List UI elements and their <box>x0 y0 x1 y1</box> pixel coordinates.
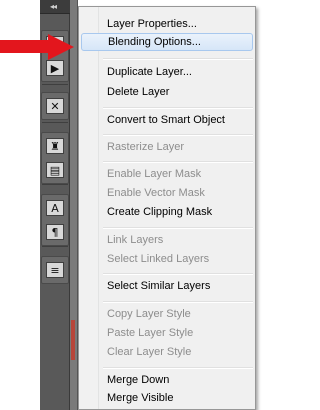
menu-item-select-linked-layers: Select Linked Layers <box>107 253 210 265</box>
layer-context-menu: Layer Properties... Blending Options... … <box>78 6 256 410</box>
tool-group-4: A ¶ <box>41 194 69 246</box>
panel-separator <box>42 84 68 85</box>
collapse-arrows-icon[interactable]: ◂◂ <box>50 2 57 11</box>
menu-item-select-similar-layers[interactable]: Select Similar Layers <box>81 277 253 295</box>
brushes-button[interactable]: ▤ <box>42 159 68 181</box>
document-edge <box>70 0 78 410</box>
panel-separator <box>42 246 68 247</box>
menu-item-rasterize-layer: Rasterize Layer <box>107 141 185 153</box>
tool-presets-button[interactable]: ✕ <box>42 95 68 117</box>
menu-separator <box>103 58 253 60</box>
paragraph-button[interactable]: ¶ <box>42 221 68 243</box>
character-panel-icon: A <box>46 200 64 216</box>
callout-arrow-shaft <box>0 40 50 53</box>
menu-separator <box>103 227 253 229</box>
document-content-sliver <box>71 320 75 360</box>
tool-panel-dock: ◂◂ ▦ ▶ ✕ ♜ ▤ A ¶ ≡ <box>40 0 70 410</box>
menu-item-paste-layer-style: Paste Layer Style <box>107 327 194 339</box>
actions-button[interactable]: ▶ <box>42 57 68 79</box>
menu-item-delete-layer[interactable]: Delete Layer <box>81 83 253 101</box>
paragraph-panel-icon: ¶ <box>46 224 64 240</box>
menu-separator <box>103 367 253 369</box>
menu-item-enable-vector-mask: Enable Vector Mask <box>107 187 205 199</box>
menu-item-merge-down[interactable]: Merge Down <box>81 371 253 389</box>
play-action-icon: ▶ <box>46 60 64 76</box>
menu-separator <box>103 161 253 163</box>
clone-source-icon: ♜ <box>46 138 64 154</box>
tools-preset-icon: ✕ <box>46 98 64 114</box>
tool-group-3: ♜ ▤ <box>41 132 69 184</box>
panel-separator <box>42 122 68 123</box>
panel-dock-header[interactable]: ◂◂ <box>40 0 70 14</box>
menu-item-merge-visible[interactable]: Merge Visible <box>81 389 253 407</box>
menu-item-duplicate-layer[interactable]: Duplicate Layer... <box>81 63 253 81</box>
menu-separator <box>103 301 253 303</box>
menu-item-create-clipping-mask[interactable]: Create Clipping Mask <box>81 203 253 221</box>
menu-item-layer-properties[interactable]: Layer Properties... <box>81 15 253 33</box>
tool-group-2: ✕ <box>41 92 69 120</box>
menu-separator <box>103 273 253 275</box>
character-button[interactable]: A <box>42 197 68 219</box>
menu-separator <box>103 107 253 109</box>
notes-panel-icon: ≡ <box>46 262 64 278</box>
clone-source-button[interactable]: ♜ <box>42 135 68 157</box>
panel-separator <box>42 184 68 185</box>
menu-item-copy-layer-style: Copy Layer Style <box>107 308 191 320</box>
menu-item-blending-options[interactable]: Blending Options... <box>81 33 253 51</box>
callout-arrow-head <box>48 34 74 60</box>
menu-separator <box>103 134 253 136</box>
notes-button[interactable]: ≡ <box>42 259 68 281</box>
menu-item-link-layers: Link Layers <box>107 234 164 246</box>
menu-item-convert-smart-object[interactable]: Convert to Smart Object <box>81 111 253 129</box>
callout-arrow-icon <box>0 34 78 60</box>
menu-item-clear-layer-style: Clear Layer Style <box>107 346 192 358</box>
tool-group-5: ≡ <box>41 256 69 284</box>
brush-panel-icon: ▤ <box>46 162 64 178</box>
menu-item-enable-layer-mask: Enable Layer Mask <box>107 168 202 180</box>
